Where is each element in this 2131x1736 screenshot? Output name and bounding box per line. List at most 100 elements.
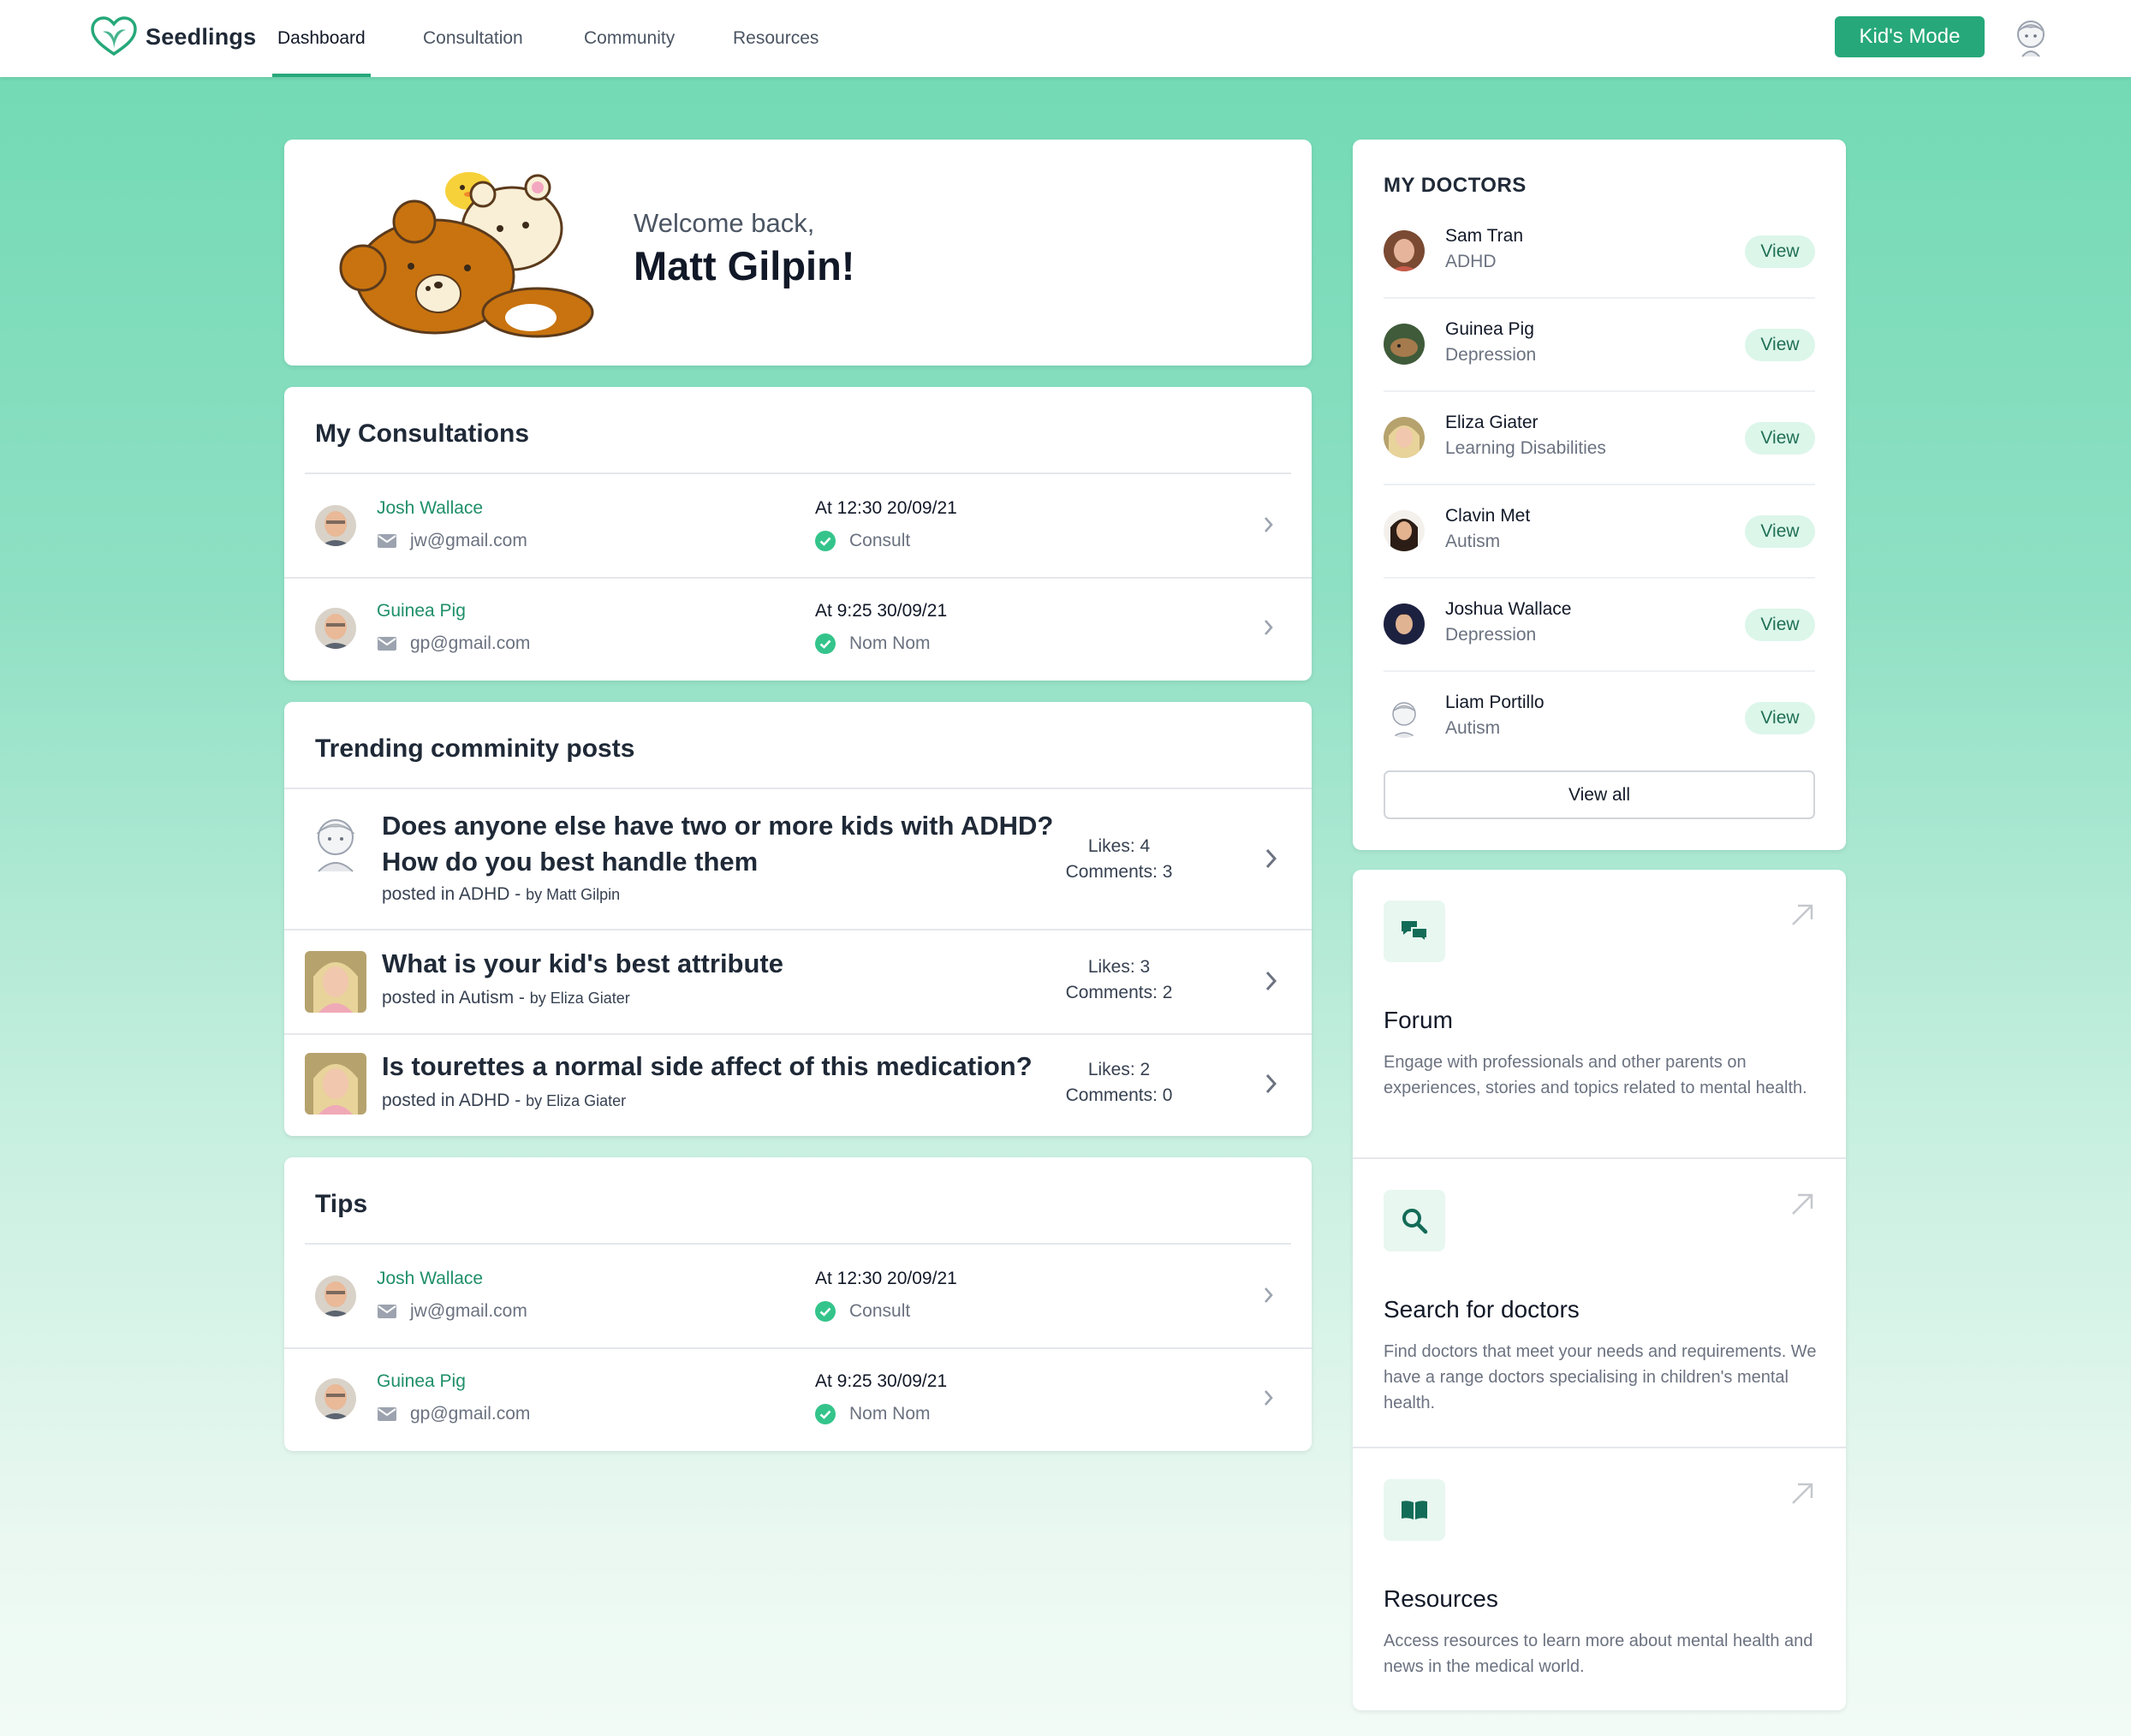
tips-card: Tips Josh Wallace jw@gmail.com At 12:30 … [284,1157,1312,1451]
post-meta: posted in ADHD - by Eliza Giater [382,1091,626,1111]
post-category: posted in Autism - [382,988,530,1008]
brand-logo[interactable]: Seedlings [89,15,256,58]
welcome-user-name: Matt Gilpin! [634,243,855,288]
tab-resources[interactable]: Resources [728,0,824,77]
avatar [1384,697,1425,738]
top-navbar: Seedlings Dashboard Consultation Communi… [0,0,2131,77]
mail-icon [378,637,396,651]
feature-description: Find doctors that meet your needs and re… [1384,1342,1817,1412]
post-row[interactable]: What is your kid's best attribute posted… [284,930,1312,1033]
avatar [315,505,356,546]
post-comments: Comments: 0 [1065,1085,1173,1105]
chevron-right-icon[interactable] [1264,846,1279,871]
arrow-up-right-icon[interactable] [1789,1192,1815,1217]
doctor-row: Clavin Met Autism View [1384,485,1815,579]
feature-links-card: Forum Engage with professionals and othe… [1353,870,1846,1710]
doctor-specialty: Learning Disabilities [1445,438,1606,458]
post-category: posted in ADHD - [382,1091,527,1110]
my-doctors-title: MY DOCTORS [1384,174,1527,197]
heart-sprout-logo-icon [91,16,137,56]
avatar [1384,603,1425,645]
avatar [1384,417,1425,458]
consultation-doctor-name[interactable]: Josh Wallace [377,498,483,519]
mail-icon [378,1305,396,1318]
post-row[interactable]: Does anyone else have two or more kids w… [284,789,1312,929]
user-avatar[interactable] [2012,17,2050,58]
consultation-row[interactable]: Josh Wallace jw@gmail.com At 12:30 20/09… [284,474,1312,577]
consultation-status: Consult [849,531,911,550]
chevron-right-icon[interactable] [1262,616,1276,639]
resources-link-card[interactable]: Resources Access resources to learn more… [1353,1448,1846,1710]
view-doctor-button[interactable]: View [1745,515,1815,548]
feature-title: Resources [1384,1585,1498,1612]
post-stats: Likes: 4 Comments: 3 [1055,834,1183,885]
tip-doctor-name[interactable]: Josh Wallace [377,1269,483,1289]
avatar [315,608,356,649]
chevron-right-icon[interactable] [1264,968,1279,994]
bear-mascot-illustration [339,172,594,338]
avatar [1384,324,1425,365]
post-title-line: Does anyone else have two or more kids w… [382,811,1054,841]
post-author: by Eliza Giater [529,990,630,1007]
avatar [1384,230,1425,271]
avatar [305,951,366,1013]
view-doctor-button[interactable]: View [1745,702,1815,734]
arrow-up-right-icon[interactable] [1789,1481,1815,1507]
chevron-right-icon[interactable] [1262,1284,1276,1306]
arrow-up-right-icon[interactable] [1789,902,1815,928]
tip-doctor-name[interactable]: Guinea Pig [377,1371,466,1392]
consultation-time: At 12:30 20/09/21 [815,498,957,518]
trending-posts-card: Trending comminity posts Does anyone els… [284,702,1312,1136]
post-author: by Matt Gilpin [526,886,621,903]
consultation-email: gp@gmail.com [410,633,531,653]
avatar [305,812,366,873]
doctor-row: Guinea Pig Depression View [1384,299,1815,392]
tip-status: Consult [849,1301,911,1321]
view-all-doctors-button[interactable]: View all [1384,770,1815,819]
chevron-right-icon[interactable] [1264,1071,1279,1097]
tab-community[interactable]: Community [579,0,680,77]
search-doctors-link-card[interactable]: Search for doctors Find doctors that mee… [1353,1159,1846,1448]
post-likes: Likes: 3 [1087,957,1151,977]
doctor-name: Joshua Wallace [1445,599,1572,619]
check-circle-icon [815,531,836,551]
consultation-doctor-name[interactable]: Guinea Pig [377,601,466,621]
view-doctor-button[interactable]: View [1745,329,1815,361]
welcome-card: Welcome back, Matt Gilpin! [284,140,1312,366]
post-comments: Comments: 2 [1065,983,1173,1002]
chevron-right-icon[interactable] [1262,514,1276,536]
consultation-row[interactable]: Guinea Pig gp@gmail.com At 9:25 30/09/21… [284,577,1312,680]
welcome-greeting: Welcome back, [634,208,815,238]
doctor-name: Clavin Met [1445,506,1531,526]
consultation-status: Nom Nom [849,633,931,653]
post-category: posted in ADHD - [382,884,527,904]
tab-dashboard[interactable]: Dashboard [272,0,371,77]
doctor-name: Sam Tran [1445,226,1524,246]
tip-row[interactable]: Guinea Pig gp@gmail.com At 9:25 30/09/21… [284,1347,1312,1450]
doctor-name: Liam Portillo [1445,693,1545,712]
post-title-line: How do you best handle them [382,847,759,877]
tip-row[interactable]: Josh Wallace jw@gmail.com At 12:30 20/09… [284,1245,1312,1347]
trending-posts-title: Trending comminity posts [315,734,635,763]
view-doctor-button[interactable]: View [1745,609,1815,641]
feature-description: Engage with professionals and other pare… [1384,1053,1807,1097]
post-title[interactable]: Is tourettes a normal side affect of thi… [382,1049,1033,1085]
post-title[interactable]: Does anyone else have two or more kids w… [382,808,1053,880]
tab-consultation[interactable]: Consultation [418,0,528,77]
consultation-email: jw@gmail.com [410,531,527,550]
doctor-specialty: Autism [1445,718,1501,738]
post-stats: Likes: 2 Comments: 0 [1055,1057,1183,1109]
my-doctors-card: MY DOCTORS Sam Tran ADHD View Guinea Pig… [1353,140,1846,850]
view-doctor-button[interactable]: View [1745,422,1815,455]
post-row[interactable]: Is tourettes a normal side affect of thi… [284,1035,1312,1136]
view-doctor-button[interactable]: View [1745,235,1815,268]
chevron-right-icon[interactable] [1262,1387,1276,1409]
post-meta: posted in ADHD - by Matt Gilpin [382,884,620,905]
post-title[interactable]: What is your kid's best attribute [382,946,783,982]
kids-mode-button[interactable]: Kid's Mode [1835,16,1985,57]
avatar [315,1378,356,1419]
doctor-specialty: Depression [1445,625,1537,645]
check-circle-icon [815,1301,836,1322]
forum-link-card[interactable]: Forum Engage with professionals and othe… [1353,870,1846,1159]
mail-icon [378,1407,396,1421]
